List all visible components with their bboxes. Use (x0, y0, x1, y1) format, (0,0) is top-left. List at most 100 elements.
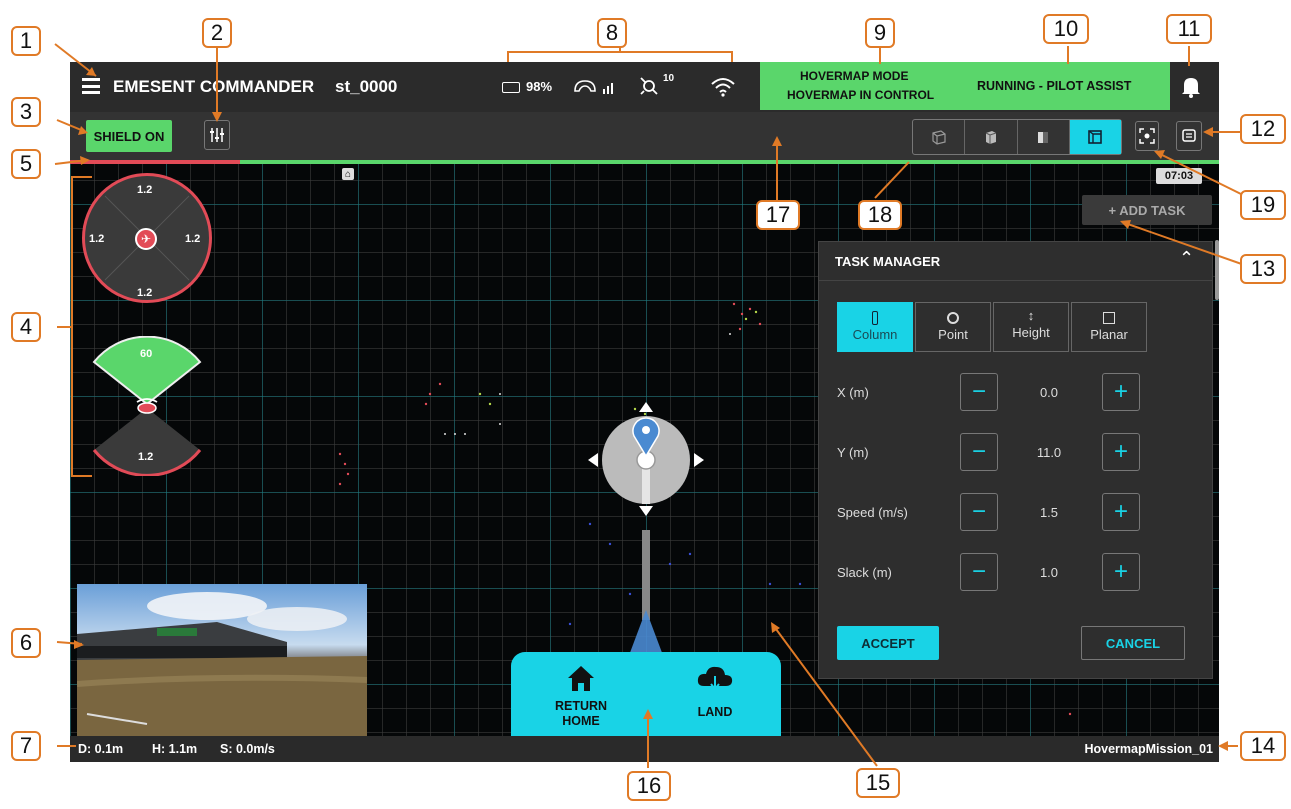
field-x: X (m) − 0.0 + (819, 373, 1212, 413)
callout-2: 2 (202, 18, 232, 48)
callout-16: 16 (627, 771, 671, 801)
speed-decrement-button[interactable]: − (960, 493, 998, 531)
callout-19: 19 (1240, 190, 1286, 220)
field-slack: Slack (m) − 1.0 + (819, 553, 1212, 593)
slack-increment-button[interactable]: + (1102, 553, 1140, 591)
task-type-tabs: Column Point ↕ Height Planar (837, 302, 1151, 352)
point-cloud-map[interactable]: ⌂ 07:03 + ADD TASK ✈ 1.2 1.2 1.2 1.2 60 … (70, 164, 1219, 742)
gps-signal-icon: 10 (637, 73, 687, 99)
shield-button[interactable]: SHIELD ON (86, 120, 172, 152)
y-increment-button[interactable]: + (1102, 433, 1140, 471)
column-icon (872, 311, 878, 325)
point-icon (947, 312, 959, 324)
side-cube-icon (1038, 132, 1049, 143)
field-x-value[interactable]: 0.0 (1019, 385, 1079, 400)
field-y-value[interactable]: 11.0 (1019, 445, 1079, 460)
vertical-proximity-dial: 60 1.2 (82, 335, 212, 477)
solid-cube-icon (985, 131, 997, 144)
notification-bell-icon[interactable] (1181, 76, 1201, 98)
view-top-button[interactable] (1069, 120, 1121, 154)
field-y: Y (m) − 11.0 + (819, 433, 1212, 473)
callout-8: 8 (597, 18, 627, 48)
mode-line-1: HOVERMAP MODE (800, 69, 909, 83)
tab-column[interactable]: Column (837, 302, 913, 352)
tab-planar[interactable]: Planar (1071, 302, 1147, 352)
field-speed-value[interactable]: 1.5 (1019, 505, 1079, 520)
panel-scrollbar[interactable] (1215, 240, 1219, 300)
view-solid-button[interactable] (965, 120, 1018, 154)
callout-18: 18 (858, 200, 902, 230)
target-pin-icon (632, 415, 660, 455)
menu-icon[interactable] (82, 78, 100, 94)
field-speed-label: Speed (m/s) (837, 505, 908, 520)
focus-target-icon (1139, 128, 1155, 144)
home-icon (568, 666, 594, 691)
camera-preview[interactable] (77, 584, 367, 736)
height-readout: H: 1.1m (152, 742, 198, 756)
return-home-button[interactable]: RETURN HOME (531, 664, 631, 740)
message-log-icon (1182, 129, 1196, 142)
top-bar: EMESENT COMMANDER st_0000 98% 10 HOVERMA… (70, 62, 1219, 112)
proximity-back: 1.2 (137, 287, 153, 299)
field-y-label: Y (m) (837, 445, 869, 460)
tab-height[interactable]: ↕ Height (993, 302, 1069, 352)
field-slack-value[interactable]: 1.0 (1019, 565, 1079, 580)
tab-point-label: Point (938, 327, 968, 342)
land-button[interactable]: LAND (665, 664, 765, 740)
recenter-view-button[interactable] (1135, 121, 1159, 151)
slack-decrement-button[interactable]: − (960, 553, 998, 591)
task-manager-title: TASK MANAGER (835, 254, 941, 269)
wifi-icon (710, 76, 736, 98)
proximity-left: 1.2 (89, 233, 105, 245)
callout-6: 6 (11, 628, 41, 658)
cancel-button[interactable]: CANCEL (1081, 626, 1185, 660)
callout-14: 14 (1240, 731, 1286, 761)
horizontal-proximity-dial: ✈ 1.2 1.2 1.2 1.2 (82, 173, 212, 303)
cloud-download-icon (697, 666, 733, 691)
speed-increment-button[interactable]: + (1102, 493, 1140, 531)
tab-point[interactable]: Point (915, 302, 991, 352)
callout-17: 17 (756, 200, 800, 230)
session-id: st_0000 (335, 77, 398, 96)
tab-column-label: Column (852, 327, 898, 342)
callout-12: 12 (1240, 114, 1286, 144)
wireframe-cube-icon (932, 130, 946, 145)
toolbar: SHIELD ON (70, 112, 1219, 160)
top-cube-icon (1088, 130, 1103, 144)
status-bar: D: 0.1m H: 1.1m S: 0.0m/s HovermapMissio… (70, 736, 1219, 762)
battery-indicator: 98% (502, 79, 562, 95)
proximity-right: 1.2 (185, 233, 201, 245)
mode-line-2: HOVERMAP IN CONTROL (787, 88, 935, 102)
task-manager-panel: TASK MANAGER ⌃ Column Point ↕ Height Pla… (818, 241, 1213, 679)
field-speed: Speed (m/s) − 1.5 + (819, 493, 1212, 533)
x-decrement-button[interactable]: − (960, 373, 998, 411)
view-perspective-button[interactable] (913, 120, 966, 154)
mission-name: HovermapMission_01 (1084, 742, 1213, 756)
hovermap-mode-banner: HOVERMAP MODE HOVERMAP IN CONTROL RUNNIN… (760, 62, 1170, 110)
planar-square-icon (1103, 312, 1115, 324)
action-button-panel: RETURN HOME LAND (511, 652, 781, 742)
return-home-label: RETURN HOME (554, 699, 608, 728)
view-side-button[interactable] (1018, 120, 1070, 154)
height-arrow-icon: ↕ (1027, 308, 1035, 323)
callout-10: 10 (1043, 14, 1089, 44)
proximity-front: 1.2 (137, 184, 153, 196)
run-status: RUNNING - PILOT ASSIST (977, 79, 1132, 93)
callout-15: 15 (856, 768, 900, 798)
y-decrement-button[interactable]: − (960, 433, 998, 471)
collapse-chevron-icon[interactable]: ⌃ (1179, 248, 1194, 269)
proximity-up: 60 (140, 348, 153, 360)
controller-signal-icon (573, 77, 617, 97)
battery-percent: 98% (526, 79, 553, 94)
app-title: EMESENT COMMANDER (113, 77, 315, 96)
callout-13: 13 (1240, 254, 1286, 284)
app-window: EMESENT COMMANDER st_0000 98% 10 HOVERMA… (70, 62, 1219, 762)
accept-button[interactable]: ACCEPT (837, 626, 939, 660)
view-mode-group (912, 119, 1122, 155)
settings-sliders-button[interactable] (204, 120, 230, 150)
distance-readout: D: 0.1m (78, 742, 124, 756)
land-label: LAND (697, 705, 733, 719)
task-manager-header: TASK MANAGER ⌃ (819, 242, 1212, 281)
x-increment-button[interactable]: + (1102, 373, 1140, 411)
log-panel-button[interactable] (1176, 121, 1202, 151)
